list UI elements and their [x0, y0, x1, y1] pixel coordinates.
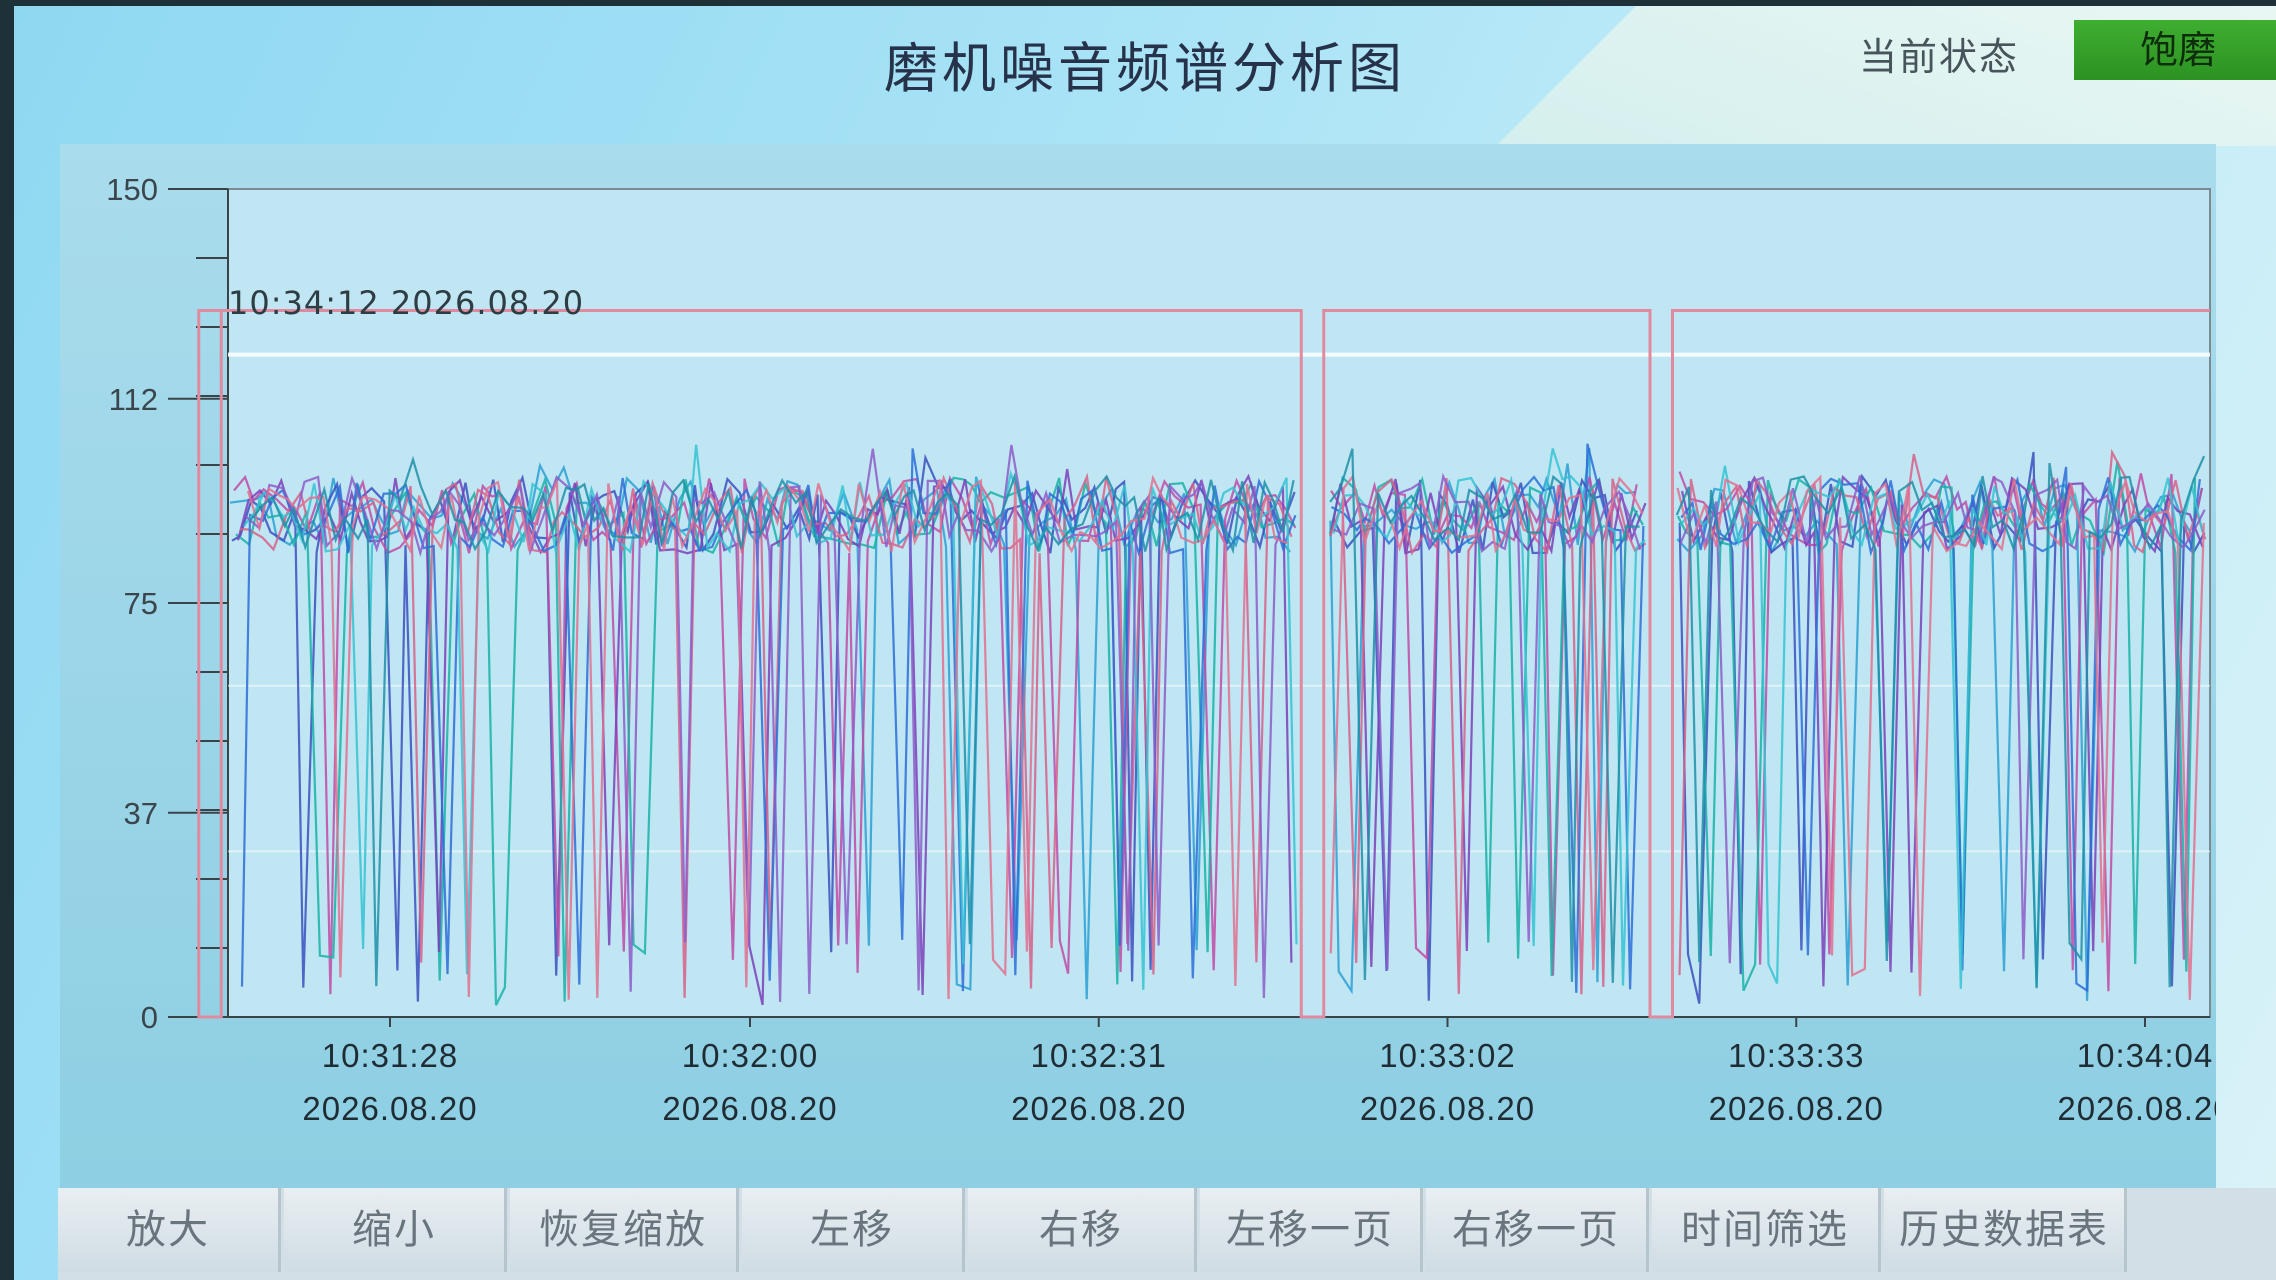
page-right-button[interactable]: 右移一页: [1426, 1188, 1649, 1272]
x-tick-time: 10:34:04: [2077, 1037, 2213, 1074]
y-tick-label: 75: [124, 586, 158, 621]
move-left-button[interactable]: 左移: [742, 1188, 965, 1272]
x-tick-time: 10:32:31: [1031, 1037, 1167, 1074]
chart-timestamp: 10:34:12 2026.08.20: [228, 284, 585, 322]
zoom-in-button[interactable]: 放大: [58, 1188, 281, 1272]
zoom-out-button[interactable]: 缩小: [284, 1188, 507, 1272]
x-tick-date: 2026.08.20: [1709, 1090, 1884, 1127]
status-label: 当前状态: [1859, 35, 2020, 79]
x-tick-time: 10:33:02: [1379, 1037, 1515, 1074]
x-tick-date: 2026.08.20: [662, 1090, 837, 1127]
history-table-button[interactable]: 历史数据表: [1884, 1188, 2127, 1272]
toolbar: 放大 缩小 恢复缩放 左移 右移 左移一页 右移一页 时间筛选 历史数据表: [58, 1188, 2276, 1280]
x-tick-time: 10:31:28: [322, 1037, 458, 1074]
x-tick-date: 2026.08.20: [2057, 1090, 2216, 1127]
x-tick-date: 2026.08.20: [1011, 1090, 1186, 1127]
spectrum-chart-panel: 150 112 75 37 0 10:31:28 2026.08.20 10:32:00 202…: [60, 144, 2260, 1280]
status-badge: 饱磨: [2074, 20, 2276, 80]
move-right-button[interactable]: 右移: [968, 1188, 1197, 1272]
time-filter-button[interactable]: 时间筛选: [1652, 1188, 1881, 1272]
reset-zoom-button[interactable]: 恢复缩放: [510, 1188, 739, 1272]
x-tick-date: 2026.08.20: [302, 1090, 477, 1127]
x-tick-time: 10:32:00: [682, 1037, 818, 1074]
hmi-screen: 磨机噪音频谱分析图 当前状态 饱磨 150 112 75 37 0 10:31:28 202…: [14, 6, 2276, 1280]
y-tick-label: 112: [109, 382, 158, 417]
y-tick-label: 150: [106, 172, 158, 207]
page-left-button[interactable]: 左移一页: [1200, 1188, 1423, 1272]
y-tick-label: 0: [141, 1000, 158, 1035]
x-tick-date: 2026.08.20: [1360, 1090, 1535, 1127]
y-tick-label: 37: [124, 796, 158, 831]
x-tick-time: 10:33:33: [1728, 1037, 1864, 1074]
